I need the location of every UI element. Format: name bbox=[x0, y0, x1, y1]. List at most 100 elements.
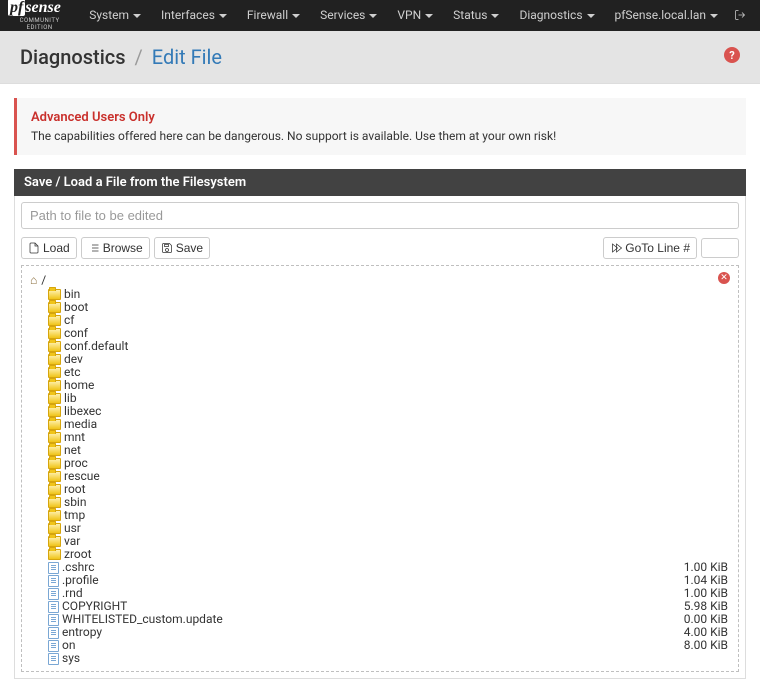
folder-icon bbox=[48, 510, 61, 521]
folder-name: home bbox=[64, 379, 730, 392]
file-icon bbox=[48, 588, 59, 600]
folder-icon bbox=[48, 484, 61, 495]
logout-icon[interactable] bbox=[728, 6, 752, 25]
file-row[interactable]: .cshrc1.00 KiB bbox=[30, 561, 730, 574]
nav-item-interfaces[interactable]: Interfaces bbox=[151, 0, 237, 31]
folder-row[interactable]: media bbox=[30, 418, 730, 431]
nav-item-label: VPN bbox=[397, 0, 421, 31]
nav-item-label: Interfaces bbox=[161, 0, 215, 31]
nav-item-vpn[interactable]: VPN bbox=[387, 0, 443, 31]
folder-row[interactable]: bin bbox=[30, 288, 730, 301]
folder-name: libexec bbox=[64, 405, 730, 418]
breadcrumb-section: Diagnostics bbox=[20, 45, 126, 69]
brand[interactable]: pfsense COMMUNITY EDITION bbox=[8, 0, 71, 31]
root-label: / bbox=[41, 273, 46, 287]
folder-icon bbox=[48, 393, 61, 404]
folder-row[interactable]: home bbox=[30, 379, 730, 392]
browse-button[interactable]: Browse bbox=[81, 237, 150, 259]
folder-row[interactable]: tmp bbox=[30, 509, 730, 522]
file-browser: ✕ ⌂ / binbootcfconfconf.defaultdevetchom… bbox=[21, 265, 739, 672]
folder-row[interactable]: zroot bbox=[30, 548, 730, 561]
path-input[interactable] bbox=[21, 202, 739, 229]
folder-row[interactable]: cf bbox=[30, 314, 730, 327]
folder-row[interactable]: conf.default bbox=[30, 340, 730, 353]
breadcrumb-page[interactable]: Edit File bbox=[152, 45, 222, 69]
chevron-down-icon bbox=[710, 14, 718, 18]
file-name: WHITELISTED_custom.update bbox=[62, 613, 684, 626]
folder-name: zroot bbox=[64, 548, 730, 561]
alert-text: The capabilities offered here can be dan… bbox=[31, 129, 732, 143]
file-icon bbox=[48, 614, 59, 626]
folder-name: boot bbox=[64, 301, 730, 314]
file-row[interactable]: WHITELISTED_custom.update0.00 KiB bbox=[30, 613, 730, 626]
folder-icon bbox=[48, 432, 61, 443]
folder-row[interactable]: rescue bbox=[30, 470, 730, 483]
nav-item-label: pfSense.local.lan bbox=[615, 0, 706, 31]
goto-line-input[interactable] bbox=[701, 238, 739, 258]
folder-row[interactable]: usr bbox=[30, 522, 730, 535]
nav-item-firewall[interactable]: Firewall bbox=[237, 0, 310, 31]
folder-icon bbox=[48, 302, 61, 313]
folder-name: cf bbox=[64, 314, 730, 327]
folder-row[interactable]: var bbox=[30, 535, 730, 548]
folder-row[interactable]: libexec bbox=[30, 405, 730, 418]
close-icon[interactable]: ✕ bbox=[718, 272, 730, 284]
save-icon bbox=[161, 242, 173, 254]
file-row[interactable]: entropy4.00 KiB bbox=[30, 626, 730, 639]
folder-name: lib bbox=[64, 392, 730, 405]
breadcrumb-sep: / bbox=[135, 45, 143, 69]
folder-icon bbox=[48, 289, 61, 300]
folder-icon bbox=[48, 367, 61, 378]
file-icon bbox=[48, 575, 59, 587]
file-icon bbox=[48, 601, 59, 613]
nav-item-label: Services bbox=[320, 0, 365, 31]
folder-row[interactable]: lib bbox=[30, 392, 730, 405]
nav-item-pfsense-local-lan[interactable]: pfSense.local.lan bbox=[605, 0, 728, 31]
nav-item-label: System bbox=[89, 0, 129, 31]
folder-row[interactable]: etc bbox=[30, 366, 730, 379]
folder-row[interactable]: root bbox=[30, 483, 730, 496]
folder-name: var bbox=[64, 535, 730, 548]
file-size: 8.00 KiB bbox=[684, 639, 730, 652]
file-name: .rnd bbox=[62, 587, 684, 600]
file-row[interactable]: on8.00 KiB bbox=[30, 639, 730, 652]
folder-icon bbox=[48, 419, 61, 430]
chevron-down-icon bbox=[425, 14, 433, 18]
panel-heading: Save / Load a File from the Filesystem bbox=[14, 169, 746, 196]
root-row[interactable]: ⌂ / bbox=[30, 272, 730, 288]
folder-name: dev bbox=[64, 353, 730, 366]
file-row[interactable]: .profile1.04 KiB bbox=[30, 574, 730, 587]
folder-name: mnt bbox=[64, 431, 730, 444]
folder-name: conf.default bbox=[64, 340, 730, 353]
folder-name: bin bbox=[64, 288, 730, 301]
save-button[interactable]: Save bbox=[154, 237, 210, 259]
file-name: entropy bbox=[62, 626, 684, 639]
nav-item-system[interactable]: System bbox=[79, 0, 151, 31]
folder-row[interactable]: mnt bbox=[30, 431, 730, 444]
folder-row[interactable]: dev bbox=[30, 353, 730, 366]
nav-item-diagnostics[interactable]: Diagnostics bbox=[509, 0, 604, 31]
file-row[interactable]: sys bbox=[30, 652, 730, 665]
folder-row[interactable]: net bbox=[30, 444, 730, 457]
navbar: pfsense COMMUNITY EDITION System Interfac… bbox=[0, 0, 760, 31]
folder-icon bbox=[48, 445, 61, 456]
nav-item-services[interactable]: Services bbox=[310, 0, 387, 31]
folder-icon bbox=[48, 354, 61, 365]
folder-icon bbox=[48, 497, 61, 508]
folder-icon bbox=[48, 549, 61, 560]
folder-icon bbox=[48, 328, 61, 339]
nav-item-label: Firewall bbox=[247, 0, 288, 31]
goto-line-button[interactable]: GoTo Line # bbox=[603, 237, 697, 259]
help-icon[interactable]: ? bbox=[724, 47, 740, 63]
folder-row[interactable]: sbin bbox=[30, 496, 730, 509]
load-button[interactable]: Load bbox=[21, 237, 77, 259]
folder-name: etc bbox=[64, 366, 730, 379]
chevron-down-icon bbox=[491, 14, 499, 18]
file-row[interactable]: .rnd1.00 KiB bbox=[30, 587, 730, 600]
file-name: .profile bbox=[62, 574, 684, 587]
folder-row[interactable]: conf bbox=[30, 327, 730, 340]
nav-item-status[interactable]: Status bbox=[443, 0, 509, 31]
folder-row[interactable]: proc bbox=[30, 457, 730, 470]
folder-name: conf bbox=[64, 327, 730, 340]
folder-row[interactable]: boot bbox=[30, 301, 730, 314]
